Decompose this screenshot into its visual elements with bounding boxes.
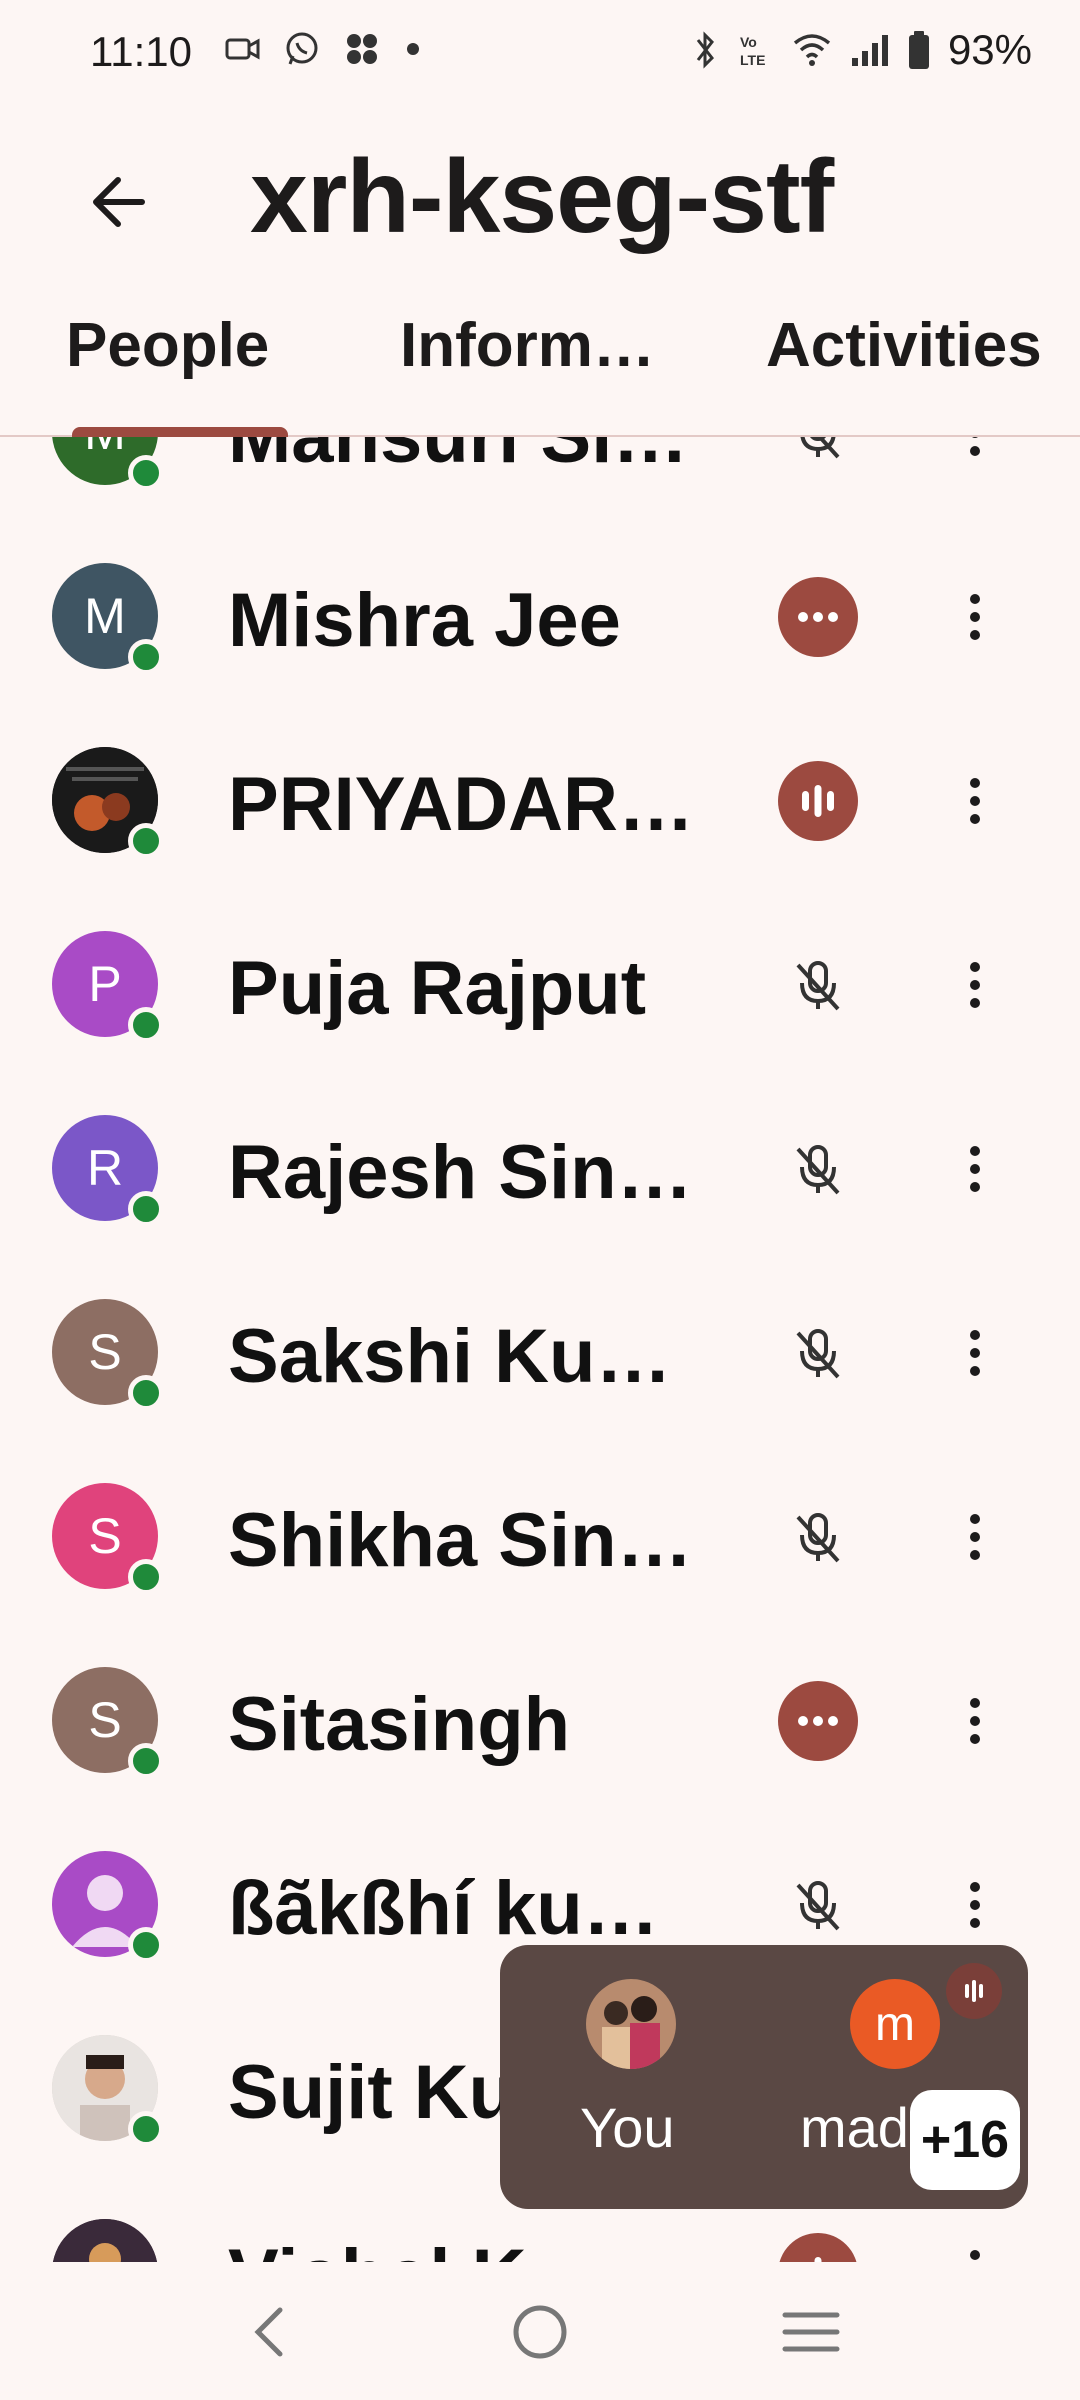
participant-name: Shikha Sin… xyxy=(228,1498,693,1583)
tab-people[interactable]: People xyxy=(66,310,269,381)
svg-text:Vo: Vo xyxy=(740,34,757,50)
online-indicator xyxy=(128,823,164,859)
participant-name: Sitasingh xyxy=(228,1682,571,1767)
online-indicator xyxy=(128,639,164,675)
more-vert-icon[interactable] xyxy=(955,437,995,473)
nav-home-icon[interactable] xyxy=(505,2302,575,2362)
participant-name: Puja Rajput xyxy=(228,946,647,1031)
more-horiz-icon xyxy=(778,577,858,657)
dot-icon xyxy=(403,39,423,59)
more-vert-icon[interactable] xyxy=(955,945,995,1025)
mic-off-icon xyxy=(778,437,858,473)
more-vert-icon[interactable] xyxy=(955,577,995,657)
participant-row[interactable]: M Mishra Jee xyxy=(0,525,1080,709)
participant-row[interactable]: S Sitasingh xyxy=(0,1629,1080,1813)
self-view-panel[interactable]: You m madh +16 xyxy=(500,1945,1028,2209)
battery-icon xyxy=(908,30,930,70)
system-nav-bar xyxy=(0,2262,1080,2400)
participant-row[interactable]: P Puja Rajput xyxy=(0,893,1080,1077)
status-time: 11:10 xyxy=(90,28,192,75)
wifi-icon xyxy=(792,33,832,67)
mic-off-icon xyxy=(778,1865,858,1945)
avatar-you xyxy=(586,1979,676,2069)
online-indicator xyxy=(128,455,164,491)
more-horiz-icon xyxy=(778,1681,858,1761)
video-icon xyxy=(225,34,261,64)
more-vert-icon[interactable] xyxy=(955,1313,995,1393)
status-icons-right: Vo LTE 93% xyxy=(692,26,1032,74)
online-indicator xyxy=(128,1927,164,1963)
whatsapp-icon xyxy=(283,30,321,68)
nav-recents-icon[interactable] xyxy=(776,2302,846,2362)
participant-name: Mansuri Si… xyxy=(228,437,688,480)
mic-off-icon xyxy=(778,1313,858,1393)
participant-name: Mishra Jee xyxy=(228,578,621,663)
more-vert-icon[interactable] xyxy=(955,1497,995,1577)
tab-indicator xyxy=(72,427,288,437)
mic-off-icon xyxy=(778,1497,858,1577)
participant-name: Vishal K… xyxy=(228,2233,603,2262)
participant-name: PRIYADAR… xyxy=(228,762,694,847)
participant-name: ßãkßhí ku… xyxy=(228,1866,659,1951)
online-indicator xyxy=(128,2111,164,2147)
svg-text:LTE: LTE xyxy=(740,52,765,68)
speaking-icon xyxy=(946,1963,1002,2019)
online-indicator xyxy=(128,1191,164,1227)
volte-icon: Vo LTE xyxy=(738,31,774,69)
participant-row[interactable]: MMansuri Si… xyxy=(0,437,1080,525)
status-bar: 11:10 Vo LTE 93% xyxy=(0,0,1080,110)
online-indicator xyxy=(128,1559,164,1595)
self-label: You xyxy=(580,2096,675,2159)
participant-name: Sujit Ku xyxy=(228,2050,516,2135)
tab-activities[interactable]: Activities xyxy=(766,310,1042,381)
page-title: xrh-kseg-stf xyxy=(250,139,834,255)
participant-name: Rajesh Sin… xyxy=(228,1130,693,1215)
signal-icon xyxy=(850,32,890,68)
online-indicator xyxy=(128,1007,164,1043)
app-header: xrh-kseg-stf xyxy=(0,110,1080,290)
participant-row[interactable]: R Rajesh Sin… xyxy=(0,1077,1080,1261)
more-participants-badge[interactable]: +16 xyxy=(910,2090,1020,2190)
mic-off-icon xyxy=(778,945,858,1025)
participant-row[interactable]: S Sakshi Ku… xyxy=(0,1261,1080,1445)
tab-information[interactable]: Inform… xyxy=(400,310,655,381)
more-vert-icon[interactable] xyxy=(955,1681,995,1761)
app-grid-icon xyxy=(343,30,381,68)
online-indicator xyxy=(128,1743,164,1779)
online-indicator xyxy=(128,1375,164,1411)
more-vert-icon[interactable] xyxy=(955,761,995,841)
participant-row[interactable]: S Shikha Sin… xyxy=(0,1445,1080,1629)
more-vert-icon[interactable] xyxy=(955,1865,995,1945)
status-icons-left xyxy=(225,30,423,68)
avatar xyxy=(52,2219,158,2262)
participant-row[interactable]: PRIYADAR… xyxy=(0,709,1080,893)
speaking-icon xyxy=(778,761,858,841)
more-vert-icon[interactable] xyxy=(955,2233,995,2262)
battery-percent: 93% xyxy=(947,26,1032,73)
mic-off-icon xyxy=(778,1129,858,1209)
arrow-back-icon[interactable] xyxy=(80,162,160,242)
speaking-icon xyxy=(778,2233,858,2262)
tab-bar: People Inform… Activities xyxy=(0,290,1080,437)
participant-name: Sakshi Ku… xyxy=(228,1314,672,1399)
nav-back-icon[interactable] xyxy=(234,2302,304,2362)
avatar-madh: m xyxy=(850,1979,940,2069)
bluetooth-icon xyxy=(692,30,720,70)
more-vert-icon[interactable] xyxy=(955,1129,995,1209)
